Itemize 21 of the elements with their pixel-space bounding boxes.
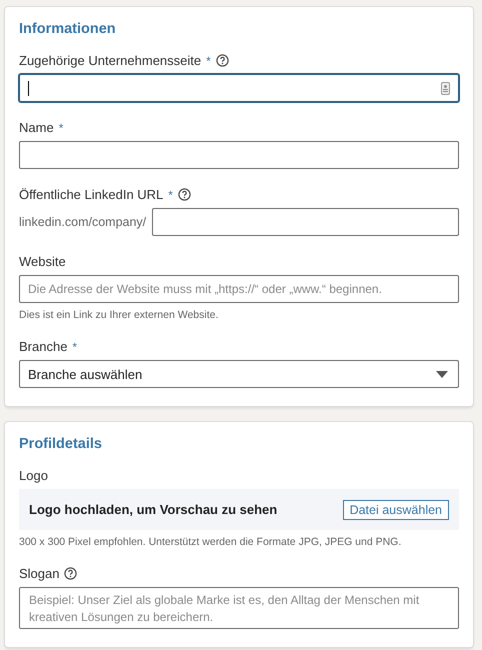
required-mark: * [206, 54, 211, 68]
section-title: Informationen [19, 21, 117, 37]
field-label: Website [19, 254, 66, 269]
choose-file-button[interactable]: Datei auswählen [342, 500, 449, 520]
field-label: Zugehörige Unternehmensseite [19, 53, 202, 68]
field-label: Slogan [19, 566, 60, 581]
field-label: Name [19, 120, 54, 135]
upload-message: Logo hochladen, um Vorschau zu sehen [29, 502, 278, 517]
section-title: Profildetails [19, 436, 103, 452]
field-label: Logo [19, 468, 48, 483]
required-mark: * [58, 120, 64, 134]
required-mark: * [168, 188, 173, 202]
slogan-input[interactable]: Beispiel: Unser Ziel als globale Marke ist es, den Alltag der Menschen mit kreativen Lösungen zu bereichern. [19, 587, 459, 629]
helper-text: 300 x 300 Pixel empfohlen. Unterstützt werden die Formate JPG, JPEG und PNG. [19, 536, 402, 548]
field-label: Öffentliche LinkedIn URL [19, 187, 164, 202]
text-input[interactable]: Die Adresse der Website muss mit „https://“ oder „www.“ beginnen. [19, 275, 459, 303]
helper-text: Dies ist ein Link zu Ihrer externen Website. [19, 309, 220, 321]
field-label: Branche [19, 339, 68, 354]
url-prefix: linkedin.com/company/ [19, 215, 146, 229]
industry-dropdown[interactable]: Branche auswählen [19, 360, 459, 388]
required-mark: * [72, 340, 78, 354]
